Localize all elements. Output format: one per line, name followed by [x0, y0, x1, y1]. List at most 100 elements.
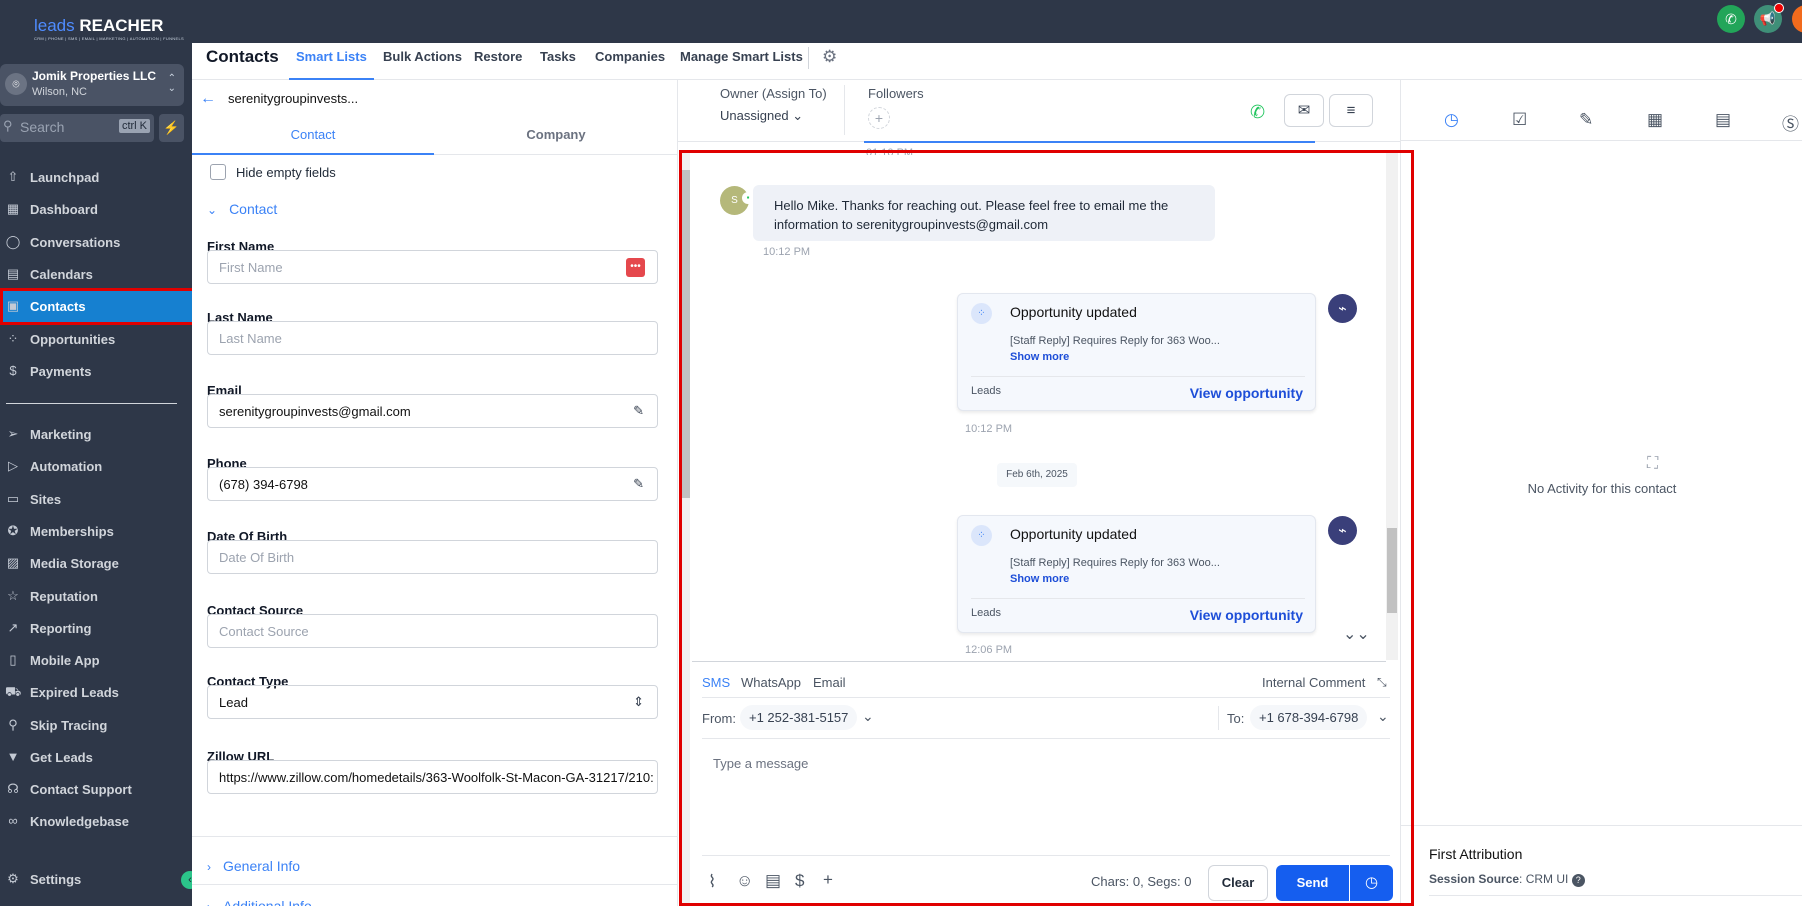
- chevron-down-icon[interactable]: ⌄: [1377, 708, 1389, 725]
- call-icon[interactable]: ✆: [1250, 102, 1265, 123]
- tab-smart-lists[interactable]: Smart Lists: [289, 49, 374, 80]
- logo: leads REACHER CRM | PHONE | SMS | EMAIL |…: [34, 16, 184, 41]
- select-arrows-icon: ⇕: [633, 694, 644, 709]
- sidebar-item-label: Marketing: [30, 427, 92, 442]
- sidebar-item-media-storage[interactable]: ▨ Media Storage: [0, 548, 192, 580]
- sidebar-item-conversations[interactable]: ◯ Conversations: [0, 227, 192, 259]
- chevron-down-icon[interactable]: ⌄: [862, 708, 874, 725]
- email-field[interactable]: serenitygroupinvests@gmail.com ✎: [207, 394, 658, 428]
- contact-type-field[interactable]: Lead ⇕: [207, 685, 658, 719]
- message-textarea[interactable]: Type a message: [702, 748, 1390, 852]
- contact-source-value: Contact Source: [219, 624, 309, 639]
- payment-icon[interactable]: $: [795, 871, 804, 891]
- plus-icon[interactable]: +: [823, 870, 833, 890]
- more-icon[interactable]: •••: [626, 258, 645, 277]
- phone-field[interactable]: (678) 394-6798 ✎: [207, 467, 658, 501]
- calendar-icon: ▤: [6, 266, 20, 281]
- sidebar-item-reporting[interactable]: ↗ Reporting: [0, 613, 192, 645]
- internal-comment-tab[interactable]: Internal Comment: [1262, 675, 1365, 690]
- back-arrow-icon[interactable]: ←: [200, 90, 216, 108]
- left-scrollbar[interactable]: [682, 150, 690, 906]
- sidebar-item-expired-leads[interactable]: ⛟ Expired Leads: [0, 677, 192, 709]
- sidebar-item-skip-tracing[interactable]: ⚲ Skip Tracing: [0, 710, 192, 742]
- add-follower-button[interactable]: +: [868, 107, 890, 129]
- quick-actions-button[interactable]: ⚡: [159, 114, 184, 142]
- sidebar-item-calendars[interactable]: ▤ Calendars: [0, 259, 192, 291]
- send-button[interactable]: Send: [1276, 865, 1349, 901]
- truck-icon: ⛟: [5, 684, 22, 699]
- documents-icon[interactable]: ▤: [1715, 110, 1731, 130]
- activity-history-icon[interactable]: ◷: [1444, 110, 1459, 130]
- contact-section-toggle[interactable]: ⌄ Contact: [207, 201, 277, 217]
- first-name-field[interactable]: First Name •••: [207, 250, 658, 284]
- view-opportunity-link[interactable]: View opportunity: [1190, 385, 1303, 401]
- chat-scrollbar[interactable]: [1386, 150, 1398, 660]
- filter-button[interactable]: ≡: [1329, 94, 1373, 127]
- sidebar-item-memberships[interactable]: ✪ Memberships: [0, 516, 192, 548]
- attachment-icon[interactable]: ⌇: [708, 872, 716, 892]
- sidebar-item-reputation[interactable]: ☆ Reputation: [0, 581, 192, 613]
- tab-bulk-actions[interactable]: Bulk Actions: [383, 49, 462, 80]
- schedule-send-icon[interactable]: ◷: [1350, 865, 1393, 901]
- sidebar-item-sites[interactable]: ▭ Sites: [0, 484, 192, 516]
- search-input[interactable]: ⚲ Search ctrl K: [0, 114, 154, 142]
- tab-restore[interactable]: Restore: [474, 49, 522, 80]
- sidebar-item-launchpad[interactable]: ⇧ Launchpad: [0, 162, 192, 194]
- date-of-birth-field[interactable]: Date Of Birth: [207, 540, 658, 574]
- owner-value: Unassigned: [720, 108, 789, 123]
- tab-companies[interactable]: Companies: [595, 49, 665, 80]
- sidebar-item-dashboard[interactable]: ▦ Dashboard: [0, 194, 192, 226]
- channel-sms[interactable]: SMS: [702, 675, 730, 690]
- email-button[interactable]: ✉: [1284, 94, 1324, 127]
- account-switcher[interactable]: ⌾ Jomik Properties LLC Wilson, NC ⌃ ⌄: [0, 64, 184, 106]
- channel-whatsapp[interactable]: WhatsApp: [741, 675, 801, 690]
- zillow-url-field[interactable]: https://www.zillow.com/homedetails/363-W…: [207, 760, 658, 794]
- sidebar-item-payments[interactable]: $ Payments: [0, 356, 192, 388]
- sidebar-item-automation[interactable]: ▷ Automation: [0, 451, 192, 483]
- profile-avatar[interactable]: [1792, 5, 1802, 33]
- template-icon[interactable]: ▤: [765, 871, 781, 891]
- tab-manage-smart-lists[interactable]: Manage Smart Lists: [680, 49, 803, 80]
- channel-email[interactable]: Email: [813, 675, 846, 690]
- scroll-to-bottom-icon[interactable]: ⌄⌄: [1343, 624, 1370, 644]
- last-name-field[interactable]: Last Name: [207, 321, 658, 355]
- hide-empty-checkbox[interactable]: [210, 164, 226, 180]
- view-opportunity-link[interactable]: View opportunity: [1190, 607, 1303, 623]
- search-placeholder: Search: [20, 119, 65, 135]
- sidebar-item-settings[interactable]: ⚙ Settings: [0, 864, 192, 896]
- sidebar: leads REACHER CRM | PHONE | SMS | EMAIL |…: [0, 0, 203, 906]
- contact-source-field[interactable]: Contact Source: [207, 614, 658, 648]
- payments-icon[interactable]: Ⓢ: [1782, 110, 1799, 135]
- general-info-toggle[interactable]: › General Info: [207, 858, 300, 874]
- to-number[interactable]: +1 678-394-6798: [1250, 705, 1368, 730]
- show-more-link[interactable]: Show more: [1010, 573, 1069, 585]
- tab-company[interactable]: Company: [434, 115, 678, 155]
- gear-icon[interactable]: ⚙: [822, 47, 837, 67]
- tab-contact[interactable]: Contact: [192, 115, 434, 155]
- minimize-icon[interactable]: ⤡: [1377, 675, 1387, 690]
- from-number[interactable]: +1 252-381-5157: [740, 705, 858, 730]
- edit-icon[interactable]: ✎: [633, 403, 644, 419]
- sidebar-item-get-leads[interactable]: ▼ Get Leads: [0, 742, 192, 774]
- tasks-icon[interactable]: ☑: [1512, 110, 1527, 130]
- send-icon: ➢: [7, 426, 19, 441]
- phone-button[interactable]: ✆: [1717, 5, 1745, 33]
- sidebar-item-marketing[interactable]: ➢ Marketing: [0, 419, 192, 451]
- sidebar-item-mobile-app[interactable]: ▯ Mobile App: [0, 645, 192, 677]
- location-icon: ⌾: [5, 73, 27, 95]
- notes-icon[interactable]: ✎: [1579, 110, 1593, 130]
- owner-dropdown[interactable]: Unassigned ⌄: [720, 108, 803, 124]
- appointments-icon[interactable]: ▦: [1647, 110, 1663, 130]
- additional-info-toggle[interactable]: › Additional Info: [207, 898, 312, 906]
- funnel-icon: ▼: [6, 749, 20, 764]
- sidebar-item-contact-support[interactable]: ☊ Contact Support: [0, 774, 192, 806]
- star-icon: ☆: [7, 588, 19, 603]
- edit-icon[interactable]: ✎: [633, 476, 644, 492]
- tab-tasks[interactable]: Tasks: [540, 49, 576, 80]
- clear-button[interactable]: Clear: [1208, 865, 1268, 901]
- sidebar-item-knowledgebase[interactable]: ∞ Knowledgebase: [0, 806, 192, 838]
- sidebar-item-opportunities[interactable]: ⁘ Opportunities: [0, 324, 192, 356]
- show-more-link[interactable]: Show more: [1010, 351, 1069, 363]
- help-icon[interactable]: ?: [1571, 874, 1585, 887]
- emoji-icon[interactable]: ☺: [736, 871, 753, 891]
